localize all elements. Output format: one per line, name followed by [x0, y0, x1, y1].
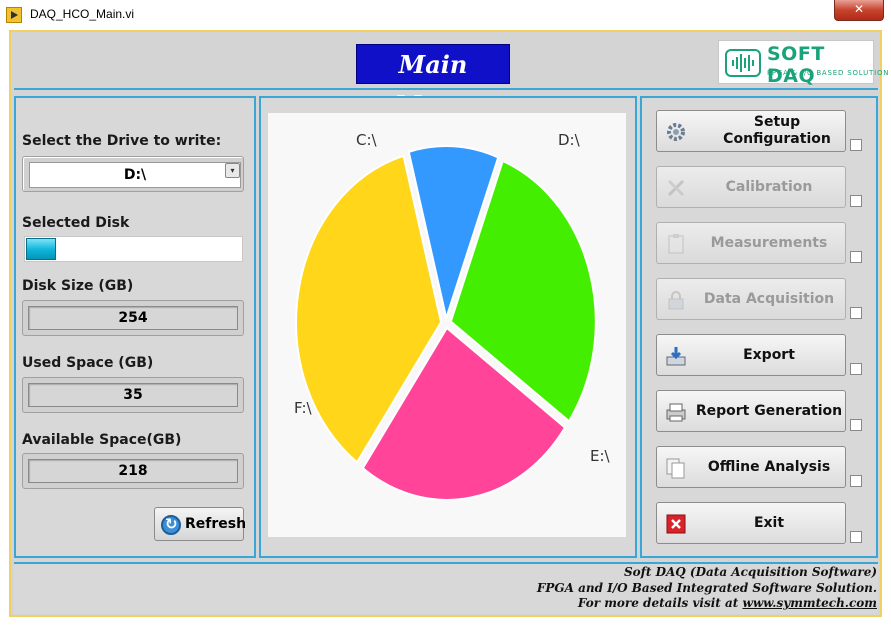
- report-generation-button-label: Report Generation: [695, 402, 843, 419]
- selected-disk-label: Selected Disk: [22, 215, 130, 231]
- refresh-button-label: Refresh: [185, 516, 247, 532]
- data-acquisition-button[interactable]: Data Acquisition: [656, 278, 846, 320]
- disk-size-indicator: 254: [22, 300, 244, 336]
- waveform-icon: [725, 49, 761, 77]
- export-checkbox[interactable]: [850, 363, 862, 375]
- window-close-button[interactable]: ✕: [834, 0, 884, 21]
- calibration-button[interactable]: Calibration: [656, 166, 846, 208]
- clipboard-icon: [665, 233, 687, 255]
- website-link[interactable]: www.symmtech.com: [743, 596, 877, 610]
- offline-analysis-button-label: Offline Analysis: [707, 458, 831, 475]
- window-title: DAQ_HCO_Main.vi: [30, 7, 135, 21]
- refresh-icon: [161, 515, 181, 535]
- footer-line-2: FPGA and I/O Based Integrated Software S…: [536, 581, 877, 595]
- chevron-down-icon[interactable]: ▾: [225, 163, 240, 178]
- soft-daq-logo: SOFT DAQ FPGA & I/O BASED SOLUTION: [718, 40, 889, 87]
- window-titlebar: DAQ_HCO_Main.vi ✕: [0, 0, 891, 30]
- tools-icon: [665, 177, 687, 199]
- used-space-label: Used Space (GB): [22, 355, 154, 371]
- pie-label-1: D:\: [558, 131, 581, 149]
- measurements-checkbox[interactable]: [850, 251, 862, 263]
- pie-label-3: F:\: [294, 399, 313, 417]
- exit-button-label: Exit: [753, 514, 785, 531]
- footer-line-3: For more details visit at www.symmtech.c…: [578, 596, 877, 610]
- data-acquisition-checkbox[interactable]: [850, 307, 862, 319]
- report-generation-button[interactable]: Report Generation: [656, 390, 846, 432]
- export-button[interactable]: Export: [656, 334, 846, 376]
- drive-select[interactable]: D:\ ▾: [22, 156, 244, 192]
- exit-x-icon: [665, 513, 687, 535]
- available-space-indicator: 218: [22, 453, 244, 489]
- setup-configuration-button-label: Setup Configuration: [723, 114, 831, 147]
- logo-tagline: FPGA & I/O BASED SOLUTION: [767, 69, 890, 77]
- disk-size-value: 254: [28, 306, 238, 330]
- lock-icon: [665, 289, 687, 311]
- disk-size-label: Disk Size (GB): [22, 278, 134, 294]
- offline-analysis-button[interactable]: Offline Analysis: [656, 446, 846, 488]
- used-space-indicator: 35: [22, 377, 244, 413]
- calibration-checkbox[interactable]: [850, 195, 862, 207]
- report-generation-checkbox[interactable]: [850, 419, 862, 431]
- selected-disk-progress-fill: [26, 238, 56, 260]
- measurements-button-label: Measurements: [710, 234, 828, 251]
- available-space-value: 218: [28, 459, 238, 483]
- available-space-label: Available Space(GB): [22, 432, 182, 448]
- selected-disk-progress-track: [24, 236, 243, 262]
- measurements-button[interactable]: Measurements: [656, 222, 846, 264]
- documents-icon: [665, 457, 687, 479]
- page-title: Main Menu: [356, 44, 510, 119]
- select-drive-label: Select the Drive to write:: [22, 133, 222, 149]
- exit-button[interactable]: Exit: [656, 502, 846, 544]
- footer-line-1: Soft DAQ (Data Acquisition Software): [624, 565, 877, 579]
- disk-usage-pie-chart: C:\ D:\ E:\ F:\: [294, 131, 611, 501]
- close-icon: ✕: [853, 2, 865, 16]
- setup-configuration-checkbox[interactable]: [850, 139, 862, 151]
- used-space-value: 35: [28, 383, 238, 407]
- pie-label-0: C:\: [356, 131, 378, 149]
- data-acquisition-button-label: Data Acquisition: [703, 290, 835, 307]
- footer-line-3-prefix: For more details visit at: [577, 596, 743, 610]
- offline-analysis-checkbox[interactable]: [850, 475, 862, 487]
- setup-configuration-button[interactable]: Setup Configuration: [656, 110, 846, 152]
- labview-vi-icon: [6, 7, 22, 23]
- drive-select-value: D:\: [29, 162, 241, 188]
- gear-icon: [665, 121, 687, 143]
- logo-name: SOFT DAQ: [767, 43, 825, 87]
- pie-label-2: E:\: [590, 447, 611, 465]
- printer-icon: [665, 401, 687, 423]
- export-button-label: Export: [743, 346, 795, 363]
- calibration-button-label: Calibration: [725, 178, 813, 195]
- exit-checkbox[interactable]: [850, 531, 862, 543]
- export-tray-icon: [665, 345, 687, 367]
- refresh-button[interactable]: Refresh: [154, 507, 247, 541]
